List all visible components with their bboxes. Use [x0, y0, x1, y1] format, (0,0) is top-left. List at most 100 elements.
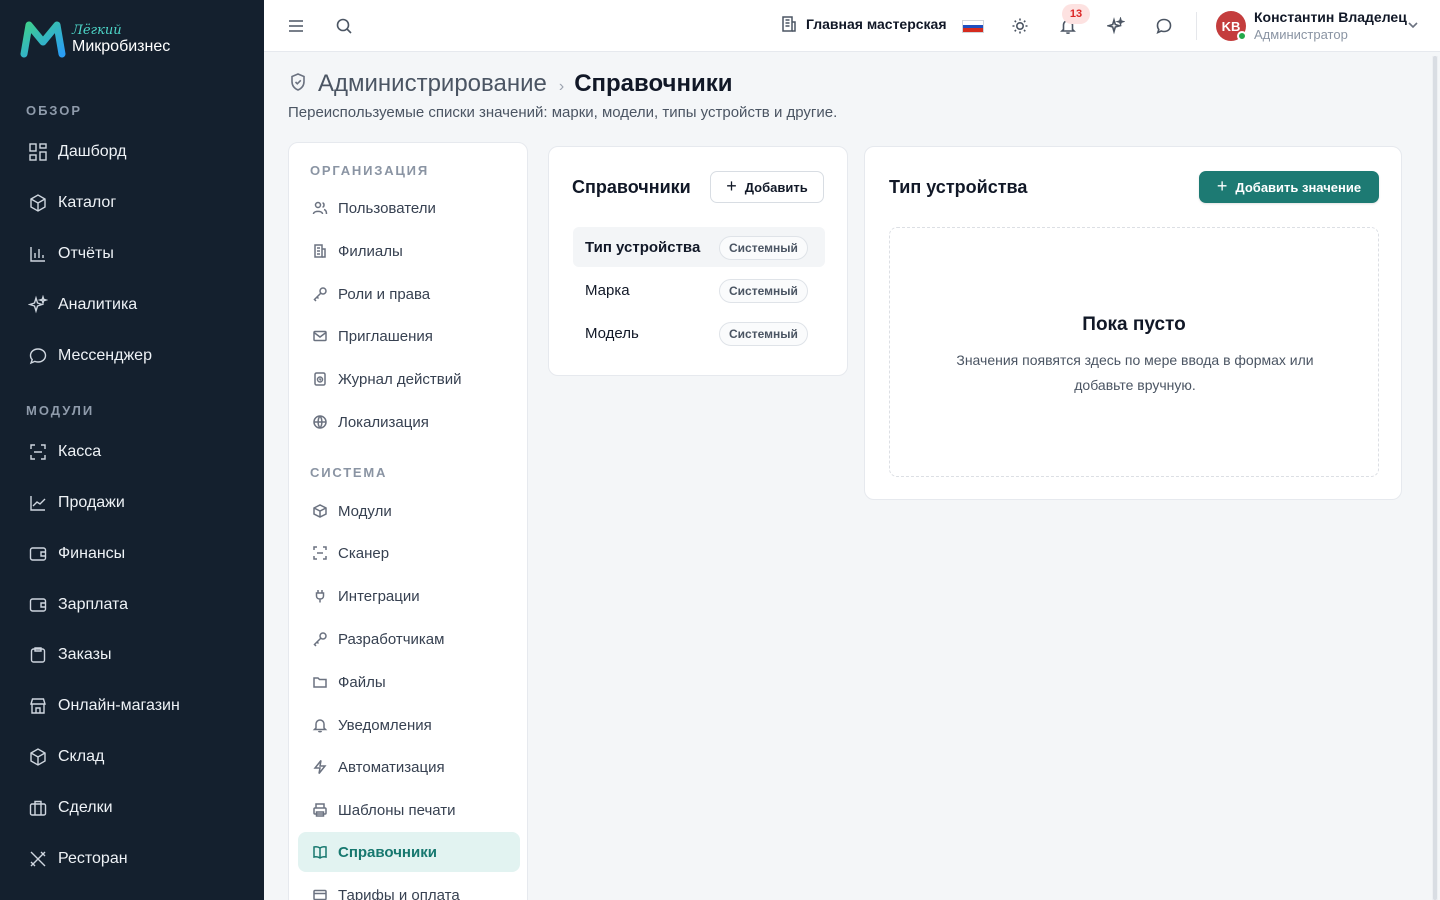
chat-icon: [26, 344, 50, 368]
scan-icon: [26, 440, 50, 464]
settings-item-developers[interactable]: Разработчикам: [298, 619, 520, 659]
messages-chat-icon[interactable]: [1152, 14, 1176, 38]
settings-item-files[interactable]: Файлы: [298, 662, 520, 702]
directory-item-device-type[interactable]: Тип устройства Системный: [573, 227, 825, 267]
settings-item-label: Интеграции: [338, 587, 420, 605]
store-icon: [26, 694, 50, 718]
sidebar-item-dashboard[interactable]: Дашборд: [26, 140, 127, 164]
sidebar-item-analytics[interactable]: Аналитика: [26, 293, 137, 317]
sidebar-item-sales[interactable]: Продажи: [26, 491, 125, 515]
settings-item-scanner[interactable]: Сканер: [298, 533, 520, 573]
sidebar-item-label: Дашборд: [58, 143, 127, 160]
settings-item-label: Справочники: [338, 843, 437, 861]
directory-item-model[interactable]: Модель Системный: [573, 313, 825, 353]
settings-item-notifications[interactable]: Уведомления: [298, 705, 520, 745]
chevron-down-icon[interactable]: [1406, 18, 1420, 37]
search-icon[interactable]: [332, 14, 356, 38]
settings-item-directories[interactable]: Справочники: [298, 832, 520, 872]
add-value-button[interactable]: + Добавить значение: [1199, 171, 1379, 203]
sidebar-item-label: Зарплата: [58, 596, 129, 613]
sidebar-item-label: Сделки: [58, 799, 113, 816]
sidebar-item-salary[interactable]: Зарплата: [26, 593, 128, 617]
online-status-dot: [1237, 31, 1247, 41]
globe-icon: [310, 412, 330, 432]
sidebar-item-cashbox[interactable]: Касса: [26, 440, 101, 464]
theme-sun-icon[interactable]: [1008, 14, 1032, 38]
workshop-selector[interactable]: Главная мастерская: [780, 15, 947, 33]
sidebar-item-catalog[interactable]: Каталог: [26, 191, 116, 215]
app-logo[interactable]: Лёгкий Микробизнес: [20, 20, 170, 58]
book-icon: [310, 842, 330, 862]
shield-icon: [288, 72, 308, 97]
settings-item-audit-log[interactable]: Журнал действий: [298, 359, 520, 399]
zap-icon: [310, 757, 330, 777]
box-icon: [310, 501, 330, 521]
sidebar-item-messenger[interactable]: Мессенджер: [26, 344, 152, 368]
sidebar-item-label: Касса: [58, 443, 102, 460]
page-title: Справочники: [574, 70, 733, 97]
settings-item-label: Локализация: [338, 413, 429, 431]
directory-name: Модель: [585, 324, 639, 342]
topbar: Главная мастерская 13 KB Константин Влад…: [264, 0, 1440, 52]
sidebar-item-finance[interactable]: Финансы: [26, 542, 125, 566]
settings-item-localization[interactable]: Локализация: [298, 402, 520, 442]
settings-item-integrations[interactable]: Интеграции: [298, 576, 520, 616]
sparkles-icon: [26, 293, 50, 317]
settings-nav: ОРГАНИЗАЦИЯ Пользователи Филиалы Роли и …: [288, 142, 528, 900]
reports-icon: [26, 242, 50, 266]
settings-item-label: Филиалы: [338, 242, 403, 260]
user-name[interactable]: Константин Владелец: [1254, 9, 1407, 25]
breadcrumb-parent[interactable]: Администрирование: [318, 70, 547, 98]
logo-title: Микробизнес: [72, 37, 171, 55]
settings-item-label: Тарифы и оплата: [338, 886, 460, 900]
sidebar-item-online-store[interactable]: Онлайн-магазин: [26, 694, 180, 718]
system-badge: Системный: [719, 322, 808, 346]
add-directory-button[interactable]: + Добавить: [710, 171, 824, 203]
system-badge: Системный: [719, 279, 808, 303]
directories-title: Справочники: [572, 177, 691, 197]
logo-tagline: Лёгкий: [72, 22, 122, 38]
utensils-icon: [26, 847, 50, 871]
sidebar-item-deals[interactable]: Сделки: [26, 796, 113, 820]
settings-item-invitations[interactable]: Приглашения: [298, 316, 520, 356]
printer-icon: [310, 800, 330, 820]
sidebar-item-label: Продажи: [58, 494, 125, 511]
directory-name: Тип устройства: [585, 238, 701, 256]
sidebar-item-label: Онлайн-магазин: [58, 697, 180, 714]
scrollbar-thumb[interactable]: [1433, 56, 1437, 900]
settings-item-label: Разработчикам: [338, 630, 445, 648]
mail-icon: [310, 326, 330, 346]
chart-line-icon: [26, 491, 50, 515]
settings-item-label: Автоматизация: [338, 758, 445, 776]
scan-icon: [310, 543, 330, 563]
settings-item-roles[interactable]: Роли и права: [298, 274, 520, 314]
notifications-badge: 13: [1062, 4, 1090, 24]
card-icon: [310, 885, 330, 900]
directory-name: Марка: [585, 281, 630, 299]
breadcrumb-separator: ›: [558, 78, 565, 95]
sidebar-item-warehouse[interactable]: Склад: [26, 745, 104, 769]
sidebar-item-label: Ресторан: [58, 850, 128, 867]
directory-item-brand[interactable]: Марка Системный: [573, 270, 825, 310]
sidebar-section-overview: ОБЗОР: [26, 103, 83, 118]
sidebar-item-label: Заказы: [58, 646, 112, 663]
settings-item-modules[interactable]: Модули: [298, 491, 520, 531]
workshop-name: Главная мастерская: [806, 16, 947, 32]
box-icon: [26, 745, 50, 769]
language-flag-ru-icon[interactable]: [962, 20, 984, 33]
ai-sparkles-icon[interactable]: [1104, 14, 1128, 38]
settings-item-branches[interactable]: Филиалы: [298, 231, 520, 271]
settings-item-users[interactable]: Пользователи: [298, 188, 520, 228]
add-value-label: Добавить значение: [1235, 179, 1362, 195]
sidebar-item-reports[interactable]: Отчёты: [26, 242, 114, 266]
sidebar-item-restaurant[interactable]: Ресторан: [26, 847, 128, 871]
settings-item-print-templates[interactable]: Шаблоны печати: [298, 790, 520, 830]
catalog-icon: [26, 191, 50, 215]
settings-item-automation[interactable]: Автоматизация: [298, 747, 520, 787]
sidebar: Лёгкий Микробизнес ОБЗОР Дашборд Каталог…: [0, 0, 264, 900]
folder-icon: [310, 672, 330, 692]
settings-item-billing[interactable]: Тарифы и оплата: [298, 875, 520, 900]
settings-item-label: Журнал действий: [338, 370, 462, 388]
menu-icon[interactable]: [284, 14, 308, 38]
sidebar-item-orders[interactable]: Заказы: [26, 643, 111, 667]
